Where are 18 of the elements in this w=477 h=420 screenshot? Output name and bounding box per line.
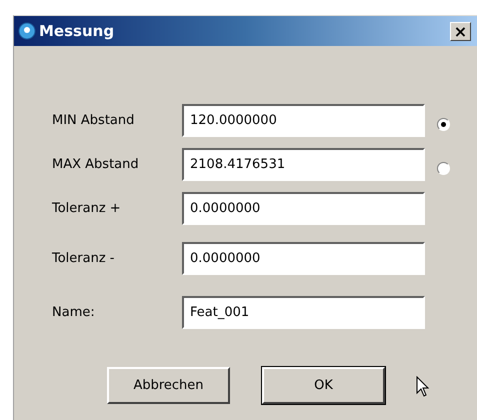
dialog-button[interactable]: OK xyxy=(262,367,385,404)
input-field[interactable]: Feat_001 xyxy=(182,296,425,329)
app-icon xyxy=(18,22,36,40)
field-label: MIN Abstand xyxy=(52,113,136,128)
field-label: Name: xyxy=(52,305,96,320)
field-label: Toleranz - xyxy=(52,251,116,266)
field-label: MAX Abstand xyxy=(52,157,140,172)
close-button[interactable]: × xyxy=(450,22,471,40)
input-field[interactable]: 2108.4176531 xyxy=(182,148,425,181)
input-field[interactable]: 120.0000000 xyxy=(182,104,425,137)
radio-button[interactable] xyxy=(437,118,450,131)
radio-button[interactable] xyxy=(437,162,450,175)
window-title: Messung xyxy=(39,22,116,40)
field-label: Toleranz + xyxy=(52,201,122,216)
input-field[interactable]: 0.0000000 xyxy=(182,192,425,225)
dialog-button[interactable]: Abbrechen xyxy=(107,367,230,404)
input-field[interactable]: 0.0000000 xyxy=(182,242,425,275)
mouse-pointer-icon xyxy=(416,376,430,398)
